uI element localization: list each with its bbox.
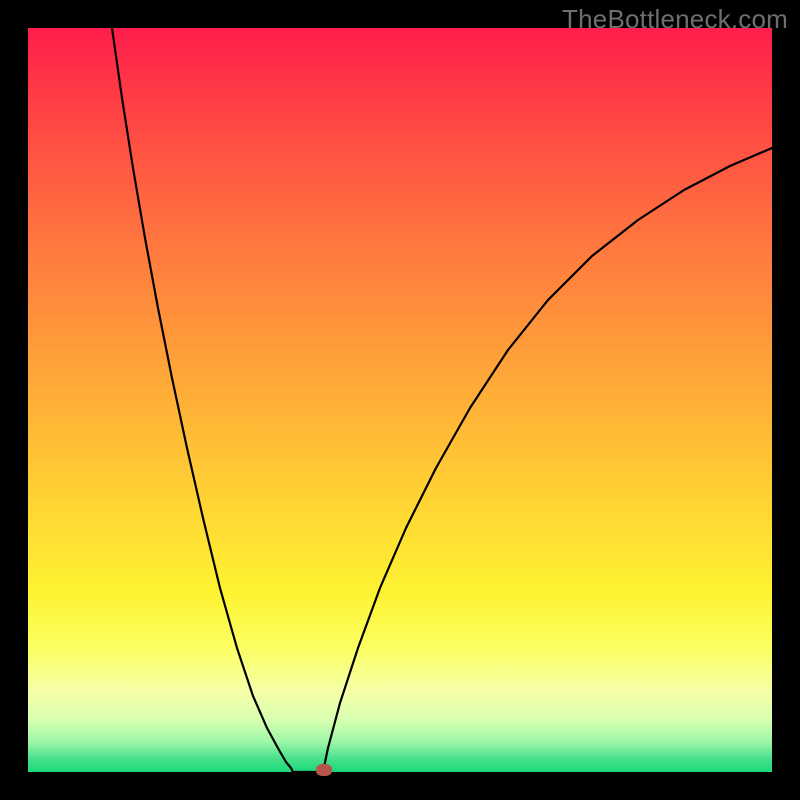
bottleneck-curve: [28, 28, 772, 772]
optimal-point-marker: [316, 764, 332, 776]
watermark-text: TheBottleneck.com: [562, 4, 788, 35]
plot-area: [28, 28, 772, 772]
curve-path: [112, 28, 772, 772]
chart-frame: TheBottleneck.com: [0, 0, 800, 800]
